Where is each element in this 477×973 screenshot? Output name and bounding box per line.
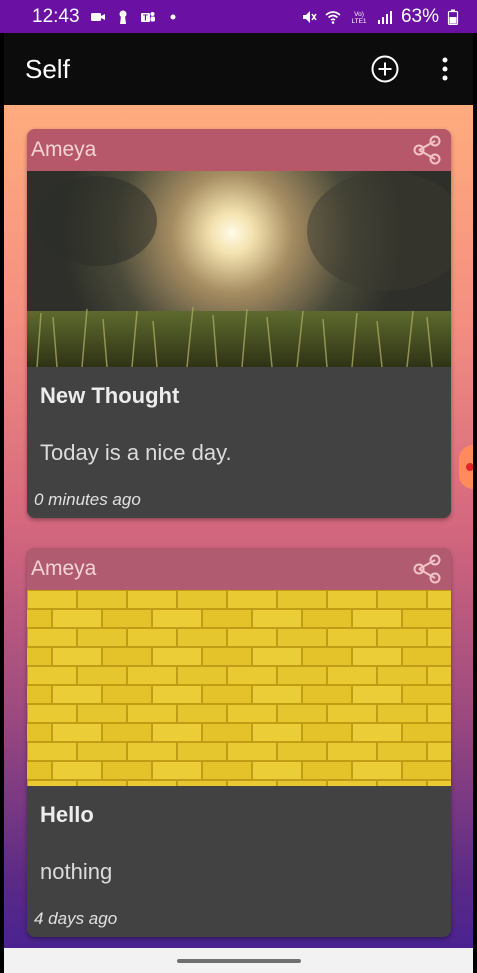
- post-card[interactable]: Ameya: [27, 548, 451, 937]
- add-circle-icon: [371, 55, 399, 83]
- video-icon: [90, 12, 105, 21]
- post-author: Ameya: [31, 138, 97, 161]
- more-vert-icon: [442, 57, 448, 81]
- post-timestamp: 4 days ago: [34, 909, 118, 928]
- post-title: New Thought: [40, 383, 180, 408]
- volte-icon: Vo)LTE1: [351, 11, 366, 25]
- mute-icon: [302, 10, 317, 23]
- status-notification-icons: T: [90, 9, 181, 25]
- post-card-header: Ameya: [27, 129, 451, 171]
- system-nav-bar: [4, 948, 473, 973]
- post-card-header: Ameya: [27, 548, 451, 590]
- post-author: Ameya: [31, 557, 97, 580]
- feed[interactable]: Ameya New Thought Today is a nice day. 0…: [4, 105, 473, 948]
- post-text: nothing: [40, 859, 113, 884]
- post-image-yellow-brick-wall: [27, 590, 451, 786]
- post-card[interactable]: Ameya: [27, 129, 451, 518]
- status-system-icons: Vo) LTE1 63%: [301, 6, 459, 28]
- svg-text:T: T: [143, 13, 148, 22]
- app-bar-actions: [363, 47, 473, 91]
- post-title: Hello: [40, 802, 94, 827]
- overflow-menu-button[interactable]: [423, 47, 467, 91]
- svg-text:Vo): Vo): [354, 11, 364, 18]
- share-button[interactable]: [409, 132, 445, 168]
- app-bar: Self: [4, 33, 473, 105]
- keyhole-icon: [119, 10, 127, 24]
- share-icon: [413, 554, 441, 584]
- wifi-icon: [325, 10, 341, 24]
- share-button[interactable]: [409, 551, 445, 587]
- battery-icon: [447, 9, 459, 25]
- post-text: Today is a nice day.: [40, 440, 232, 465]
- teams-icon: T: [140, 11, 155, 22]
- dot-icon: [170, 14, 176, 19]
- post-card-body: Hello nothing 4 days ago: [27, 786, 451, 937]
- status-bar: 12:43 T Vo) LTE1 63%: [0, 0, 477, 33]
- home-gesture-handle[interactable]: [176, 958, 301, 963]
- add-post-button[interactable]: [363, 47, 407, 91]
- post-image-sunset-grass: [27, 171, 451, 367]
- battery-percent: 63%: [400, 5, 439, 27]
- svg-text:LTE1: LTE1: [351, 18, 366, 25]
- signal-icon: [377, 10, 392, 24]
- share-icon: [413, 135, 441, 165]
- page-title: Self: [25, 53, 70, 84]
- post-timestamp: 0 minutes ago: [34, 490, 141, 509]
- post-card-body: New Thought Today is a nice day. 0 minut…: [27, 367, 451, 518]
- status-time: 12:43: [32, 5, 80, 27]
- floating-edge-handle[interactable]: [459, 445, 473, 489]
